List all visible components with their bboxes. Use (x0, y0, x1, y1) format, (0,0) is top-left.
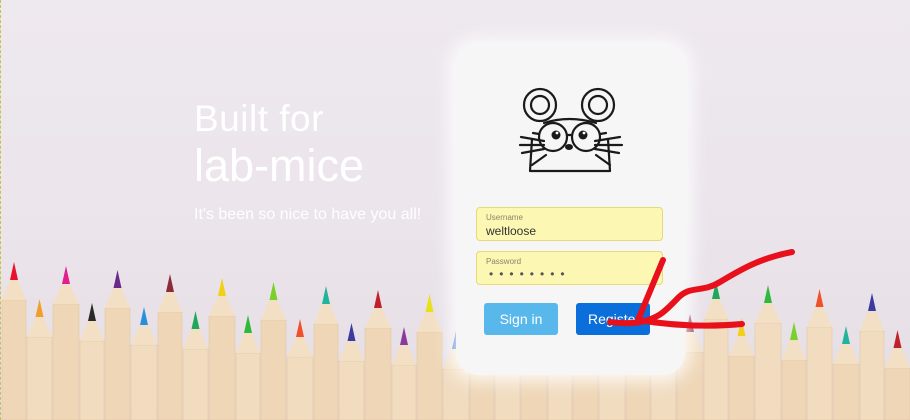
pencil-image (79, 303, 105, 420)
pencil-image (157, 274, 183, 420)
pencil-image (208, 278, 236, 420)
pencil-image (806, 289, 833, 420)
password-field[interactable]: Password •••••••• (476, 251, 663, 285)
pencil-image (859, 293, 885, 420)
mouse-with-glasses-icon (518, 87, 624, 173)
pencil-image (182, 311, 209, 420)
pencil-image (391, 327, 417, 420)
pencil-image (260, 282, 287, 420)
pencil-image (781, 322, 807, 420)
pencil-image (884, 330, 910, 420)
pencil-image (286, 319, 314, 420)
username-label: Username (486, 213, 523, 222)
pencil-image (416, 294, 443, 420)
hero-tagline: It's been so nice to have you all! (194, 206, 422, 223)
hero-title-line1: Built for (194, 98, 324, 139)
pencil-image (104, 270, 131, 420)
pencil-image (703, 281, 729, 420)
password-input[interactable]: •••••••• (489, 267, 571, 281)
pencil-image (728, 318, 755, 420)
password-label: Password (486, 257, 522, 266)
pencil-image (235, 315, 261, 420)
pencil-image (338, 323, 365, 420)
pencil-image (1, 262, 27, 420)
username-field[interactable]: Username weltloose (476, 207, 663, 241)
pencil-image (26, 299, 53, 420)
login-card: Username weltloose Password •••••••• Sig… (456, 45, 685, 375)
pencil-image (130, 307, 158, 420)
pencil-image (832, 326, 860, 420)
hero: Built for lab-mice It's been so nice to … (194, 98, 421, 224)
register-button[interactable]: Register (576, 303, 650, 335)
username-input[interactable]: weltloose (486, 224, 536, 238)
pencil-image (52, 266, 80, 420)
pencil-image (364, 290, 392, 420)
pencil-image (754, 285, 782, 420)
pencil-image (313, 286, 339, 420)
pencils-background-image (1, 262, 910, 420)
hero-title-line2: lab-mice (194, 140, 365, 191)
sign-in-button[interactable]: Sign in (484, 303, 558, 335)
